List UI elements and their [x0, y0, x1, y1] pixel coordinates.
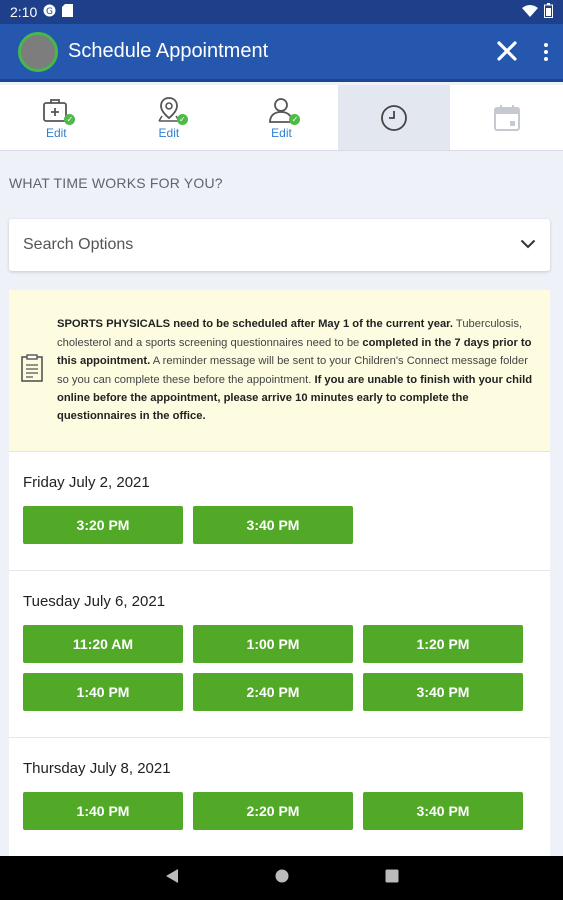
time-slot-button[interactable]: 2:20 PM	[193, 792, 353, 830]
check-icon: ✓	[64, 114, 76, 125]
time-slot-button[interactable]: 3:40 PM	[363, 673, 523, 711]
time-slot-button[interactable]: 1:40 PM	[23, 673, 183, 711]
time-slot-button[interactable]: 2:40 PM	[193, 673, 353, 711]
appointments-card: SPORTS PHYSICALS need to be scheduled af…	[9, 290, 550, 856]
day-date: Friday July 2, 2021	[23, 474, 150, 491]
time-slots: 11:20 AM 1:00 PM 1:20 PM 1:40 PM 2:40 PM…	[23, 625, 536, 737]
section-heading: WHAT TIME WORKS FOR YOU?	[9, 175, 223, 191]
day-group: Thursday July 8, 2021 1:40 PM 2:20 PM 3:…	[9, 738, 550, 856]
clipboard-icon	[21, 354, 45, 387]
tab-provider-step[interactable]: ✓ Edit	[225, 85, 338, 150]
page-title: Schedule Appointment	[68, 40, 269, 62]
day-date: Tuesday July 6, 2021	[23, 593, 166, 610]
tab-clinic-step[interactable]: ✓ Edit	[0, 85, 113, 150]
app-bar: Schedule Appointment	[0, 24, 563, 82]
day-group: Friday July 2, 2021 3:20 PM 3:40 PM	[9, 452, 550, 571]
time-slot-button[interactable]: 1:00 PM	[193, 625, 353, 663]
clock-icon	[378, 103, 410, 133]
search-options-label: Search Options	[23, 236, 134, 253]
check-icon: ✓	[289, 114, 301, 125]
map-pin-icon: ✓	[153, 95, 188, 125]
check-icon: ✓	[176, 114, 188, 125]
app-notification-icon: G	[43, 4, 56, 20]
svg-text:G: G	[46, 7, 53, 17]
wifi-icon	[522, 4, 538, 20]
home-icon[interactable]	[275, 869, 289, 888]
notice-bold-1: SPORTS PHYSICALS need to be scheduled af…	[57, 318, 454, 331]
time-slot-button[interactable]: 3:40 PM	[363, 792, 523, 830]
time-slot-button[interactable]: 11:20 AM	[23, 625, 183, 663]
medical-bag-icon: ✓	[40, 95, 76, 125]
status-bar: 2:10 G	[0, 0, 563, 24]
tab-date-step[interactable]	[450, 85, 563, 150]
notice-banner: SPORTS PHYSICALS need to be scheduled af…	[9, 290, 550, 452]
sim-card-icon	[62, 4, 74, 20]
day-group: Tuesday July 6, 2021 11:20 AM 1:00 PM 1:…	[9, 571, 550, 738]
chevron-down-icon	[520, 236, 536, 254]
day-date: Thursday July 8, 2021	[23, 760, 171, 777]
time-slot-button[interactable]: 1:20 PM	[363, 625, 523, 663]
close-icon	[497, 40, 517, 61]
step-edit-label: Edit	[158, 126, 180, 140]
time-slots: 1:40 PM 2:20 PM 3:40 PM	[23, 792, 536, 856]
notice-text: SPORTS PHYSICALS need to be scheduled af…	[57, 315, 536, 425]
recents-icon[interactable]	[385, 869, 399, 888]
tab-time-step[interactable]	[337, 85, 451, 150]
time-slot-button[interactable]: 3:20 PM	[23, 506, 183, 544]
close-button[interactable]	[497, 39, 517, 65]
system-nav-bar	[0, 856, 563, 900]
calendar-icon	[491, 103, 523, 133]
person-icon: ✓	[265, 95, 301, 125]
avatar[interactable]	[18, 31, 58, 72]
step-edit-label: Edit	[45, 126, 67, 140]
step-edit-label: Edit	[271, 126, 292, 140]
tab-location-step[interactable]: ✓ Edit	[113, 85, 226, 150]
back-icon[interactable]	[165, 868, 179, 889]
time-slot-button[interactable]: 1:40 PM	[23, 792, 183, 830]
time-slot-button[interactable]: 3:40 PM	[193, 506, 353, 544]
time-slots: 3:20 PM 3:40 PM	[23, 506, 536, 570]
battery-icon	[544, 3, 553, 21]
overflow-menu-button[interactable]	[543, 42, 549, 61]
search-options-dropdown[interactable]: Search Options	[9, 219, 550, 271]
step-tabs: ✓ Edit ✓ Edit ✓ Edit	[0, 85, 563, 151]
status-time: 2:10	[10, 4, 38, 20]
